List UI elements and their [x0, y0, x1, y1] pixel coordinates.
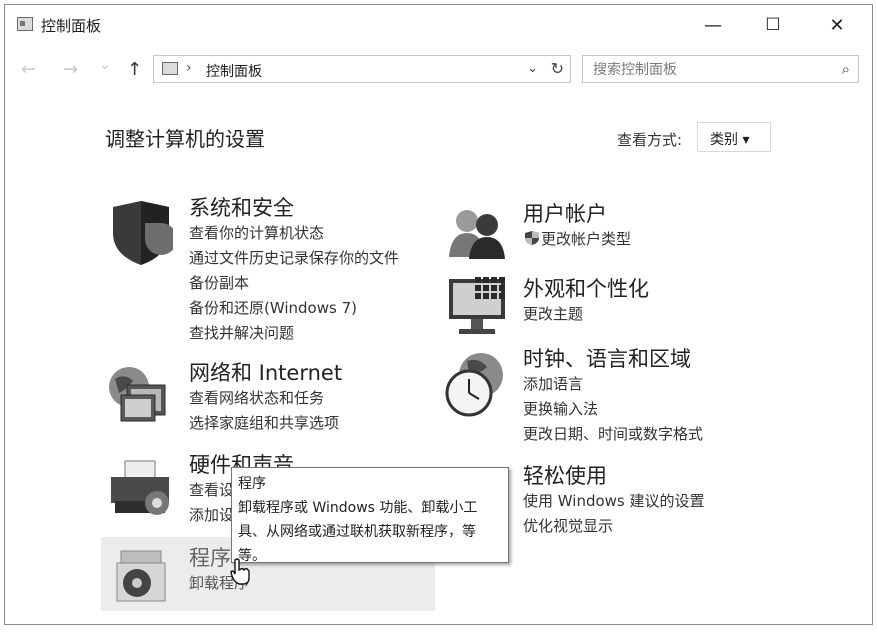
link-view-computer-status[interactable]: 查看你的计算机状态 [189, 221, 399, 246]
category-ease-of-access: 轻松使用 使用 Windows 建议的设置 优化视觉显示 [523, 463, 705, 539]
programs-tooltip: 程序 卸载程序或 Windows 功能、卸载小工具、从网络或通过联机获取新程序，… [231, 467, 509, 564]
tooltip-title: 程序 [238, 476, 266, 492]
recent-locations-icon[interactable]: ⌄ [99, 57, 111, 73]
category-title-network[interactable]: 网络和 Internet [189, 360, 342, 386]
window-title: 控制面板 [41, 17, 102, 35]
maximize-button[interactable]: ☐ [753, 11, 793, 39]
category-title-clock-region[interactable]: 时钟、语言和区域 [523, 346, 703, 372]
category-title-appearance[interactable]: 外观和个性化 [523, 276, 649, 302]
link-backup-restore[interactable]: 备份和还原(Windows 7) [189, 296, 399, 321]
clock-globe-icon[interactable] [443, 349, 509, 419]
uac-shield-icon [525, 231, 539, 245]
minimize-button[interactable]: — [693, 11, 733, 39]
back-arrow-icon[interactable]: ← [21, 59, 36, 80]
appearance-icon[interactable] [445, 273, 515, 339]
printer-icon[interactable] [105, 457, 175, 521]
link-change-date-format[interactable]: 更改日期、时间或数字格式 [523, 422, 703, 447]
category-system-security: 系统和安全 查看你的计算机状态 通过文件历史记录保存你的文件 备份副本 备份和还… [189, 195, 399, 346]
tooltip-text: 卸载程序或 Windows 功能、卸载小工具、从网络或通过联机获取新程序，等等。 [238, 500, 478, 564]
link-file-history[interactable]: 通过文件历史记录保存你的文件 [189, 246, 399, 271]
category-title-system-security[interactable]: 系统和安全 [189, 195, 399, 221]
address-dropdown-icon[interactable]: ⌄ [527, 61, 538, 76]
view-by-dropdown[interactable]: 类别 ▾ [697, 122, 771, 152]
link-change-theme[interactable]: 更改主题 [523, 302, 649, 327]
up-arrow-icon[interactable]: ↑ [127, 59, 142, 80]
link-backup-copy[interactable]: 备份副本 [189, 271, 399, 296]
search-input[interactable] [591, 60, 825, 80]
link-homegroup[interactable]: 选择家庭组和共享选项 [189, 411, 342, 436]
category-clock-region: 时钟、语言和区域 添加语言 更换输入法 更改日期、时间或数字格式 [523, 346, 703, 447]
search-box[interactable]: ⌕ [582, 55, 859, 83]
network-globe-icon[interactable] [105, 359, 175, 429]
programs-icon[interactable] [113, 545, 171, 605]
forward-arrow-icon[interactable]: → [63, 59, 78, 80]
link-add-language[interactable]: 添加语言 [523, 372, 703, 397]
control-panel-icon [17, 17, 33, 31]
refresh-icon[interactable]: ↻ [551, 59, 564, 78]
category-network: 网络和 Internet 查看网络状态和任务 选择家庭组和共享选项 [189, 360, 342, 436]
address-field[interactable]: › 控制面板 ⌄ ↻ [153, 55, 571, 83]
address-bar-row: ← → ⌄ ↑ › 控制面板 ⌄ ↻ ⌕ [5, 53, 872, 89]
close-button[interactable]: ✕ [817, 11, 857, 39]
category-title-ease-of-access[interactable]: 轻松使用 [523, 463, 705, 489]
user-accounts-icon[interactable] [445, 203, 507, 261]
breadcrumb-chevron-icon[interactable]: › [186, 60, 192, 76]
page-heading: 调整计算机的设置 [105, 127, 265, 151]
link-change-account-type-label[interactable]: 更改帐户类型 [541, 230, 631, 248]
category-appearance: 外观和个性化 更改主题 [523, 276, 649, 327]
link-troubleshoot[interactable]: 查找并解决问题 [189, 321, 399, 346]
category-users: 用户帐户 更改帐户类型 [523, 201, 631, 252]
control-panel-icon [162, 62, 178, 75]
link-change-input-method[interactable]: 更换输入法 [523, 397, 703, 422]
link-network-status[interactable]: 查看网络状态和任务 [189, 386, 342, 411]
control-panel-window: 控制面板 — ☐ ✕ ← → ⌄ ↑ › 控制面板 ⌄ ↻ ⌕ 调整计算机的设置… [4, 4, 873, 625]
search-icon[interactable]: ⌕ [842, 60, 850, 78]
title-bar[interactable]: 控制面板 — ☐ ✕ [5, 5, 872, 45]
view-by-label: 查看方式: [617, 131, 683, 149]
link-change-account-type[interactable]: 更改帐户类型 [523, 227, 631, 252]
link-optimize-visual-display[interactable]: 优化视觉显示 [523, 514, 705, 539]
shield-icon[interactable] [109, 199, 173, 267]
link-recommended-settings[interactable]: 使用 Windows 建议的设置 [523, 489, 705, 514]
category-title-users[interactable]: 用户帐户 [523, 201, 631, 227]
breadcrumb-control-panel[interactable]: 控制面板 [206, 61, 262, 81]
hand-cursor-icon [230, 558, 250, 585]
